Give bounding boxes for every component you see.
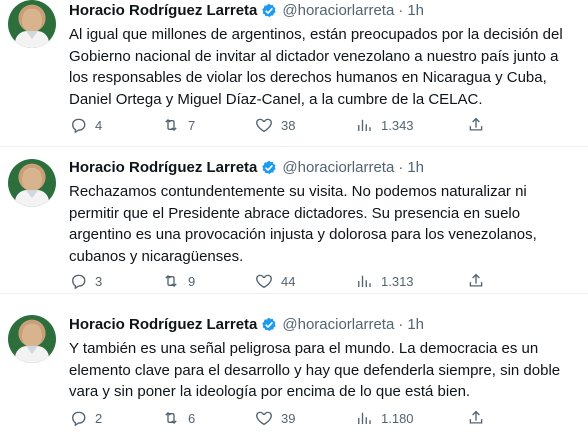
- reply-count: 2: [95, 410, 103, 426]
- tweet-actions: 2 6 39 1.180: [69, 407, 509, 429]
- timestamp[interactable]: 1h: [407, 1, 424, 21]
- share-icon: [469, 117, 483, 131]
- avatar-face: [22, 168, 42, 192]
- views-chart-icon: [358, 119, 371, 131]
- retweet-count: 7: [188, 117, 196, 133]
- retweet-button[interactable]: 7: [162, 114, 255, 136]
- tweet-text: Al igual que millones de argentinos, est…: [69, 26, 563, 108]
- verified-badge-icon: [262, 3, 276, 18]
- reply-button[interactable]: 3: [69, 270, 162, 292]
- author-handle[interactable]: @horaciorlarreta: [282, 1, 394, 21]
- reply-count: 4: [95, 117, 103, 133]
- like-button[interactable]: 44: [255, 270, 355, 292]
- tweet[interactable]: Horacio Rodríguez Larreta @horaciorlarre…: [0, 146, 588, 294]
- author-handle[interactable]: @horaciorlarreta: [282, 315, 394, 335]
- like-button[interactable]: 39: [255, 407, 355, 429]
- reply-button[interactable]: 2: [69, 407, 162, 429]
- heart-icon: [256, 411, 272, 426]
- tweet-actions: 3 9 44 1.313: [69, 270, 509, 292]
- tweet-content: Horacio Rodríguez Larreta @horaciorlarre…: [69, 315, 576, 403]
- timestamp[interactable]: 1h: [407, 158, 424, 178]
- tweet-actions: 4 7 38 1.343: [69, 114, 509, 136]
- avatar[interactable]: [8, 0, 56, 48]
- views-button[interactable]: 1.180: [355, 407, 467, 429]
- separator-dot: ·: [398, 159, 404, 176]
- share-button[interactable]: [467, 114, 491, 136]
- verified-badge-icon: [262, 317, 276, 332]
- tweet-header: Horacio Rodríguez Larreta @horaciorlarre…: [69, 158, 576, 178]
- like-button[interactable]: 38: [255, 114, 355, 136]
- tweet-thread: Horacio Rodríguez Larreta @horaciorlarre…: [0, 0, 588, 435]
- views-button[interactable]: 1.313: [355, 270, 467, 292]
- tweet-header: Horacio Rodríguez Larreta @horaciorlarre…: [69, 1, 576, 21]
- retweet-count: 9: [188, 273, 196, 289]
- author-handle[interactable]: @horaciorlarreta: [282, 158, 394, 178]
- author-name[interactable]: Horacio Rodríguez Larreta: [69, 1, 257, 21]
- share-button[interactable]: [467, 270, 491, 292]
- avatar-face: [22, 324, 42, 348]
- views-count: 1.343: [381, 117, 414, 133]
- views-count: 1.313: [381, 273, 414, 289]
- reply-button[interactable]: 4: [69, 114, 162, 136]
- retweet-button[interactable]: 6: [162, 407, 255, 429]
- like-count: 44: [281, 273, 296, 289]
- heart-icon: [256, 118, 272, 133]
- reply-icon: [72, 118, 86, 134]
- tweet-header: Horacio Rodríguez Larreta @horaciorlarre…: [69, 315, 576, 335]
- reply-icon: [72, 274, 86, 290]
- views-chart-icon: [358, 275, 371, 287]
- tweet-content: Horacio Rodríguez Larreta @horaciorlarre…: [69, 1, 576, 110]
- views-button[interactable]: 1.343: [355, 114, 467, 136]
- retweet-icon: [165, 411, 177, 425]
- reply-count: 3: [95, 273, 103, 289]
- author-name[interactable]: Horacio Rodríguez Larreta: [69, 158, 257, 178]
- separator-dot: ·: [398, 2, 404, 19]
- retweet-icon: [165, 118, 177, 132]
- retweet-button[interactable]: 9: [162, 270, 255, 292]
- avatar[interactable]: [8, 315, 56, 363]
- tweet-text: Rechazamos contundentemente su visita. N…: [69, 183, 537, 265]
- tweet[interactable]: Horacio Rodríguez Larreta @horaciorlarre…: [0, 0, 588, 147]
- heart-icon: [256, 274, 272, 289]
- tweet-text: Y también es una señal peligrosa para el…: [69, 340, 561, 401]
- tweet-content: Horacio Rodríguez Larreta @horaciorlarre…: [69, 158, 576, 267]
- share-button[interactable]: [467, 407, 491, 429]
- verified-badge-icon: [262, 160, 276, 175]
- separator-dot: ·: [398, 316, 404, 333]
- retweet-icon: [165, 274, 177, 288]
- reply-icon: [72, 411, 86, 427]
- views-count: 1.180: [381, 410, 414, 426]
- like-count: 39: [281, 410, 296, 426]
- avatar-face: [22, 9, 42, 33]
- timestamp[interactable]: 1h: [407, 315, 424, 335]
- share-icon: [469, 410, 483, 424]
- like-count: 38: [281, 117, 296, 133]
- author-name[interactable]: Horacio Rodríguez Larreta: [69, 315, 257, 335]
- retweet-count: 6: [188, 410, 196, 426]
- avatar[interactable]: [8, 159, 56, 207]
- share-icon: [469, 273, 483, 287]
- tweet[interactable]: Horacio Rodríguez Larreta @horaciorlarre…: [0, 293, 588, 435]
- views-chart-icon: [358, 412, 371, 424]
